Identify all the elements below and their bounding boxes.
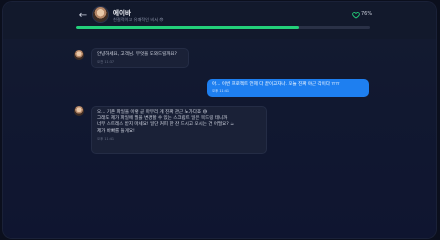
contact-subtitle: 친절적이고 유쾌적인 비서 😎	[113, 17, 164, 22]
assistant-avatar	[74, 106, 84, 116]
affinity-percent: 76%	[361, 11, 373, 17]
message-text: 안녕하세요, 고객님. 무엇을 도와드릴까요?	[97, 52, 177, 57]
message-time: 오후 11:41	[212, 89, 230, 94]
message-time: 오전 11:37	[97, 60, 115, 65]
assistant-message: 오... 기존 파일을 이렇 곧 마무리 게 진짜 관근 노가다죠 😅 그래도 …	[91, 106, 267, 154]
heart-icon	[352, 12, 360, 19]
progress-fill	[76, 26, 300, 29]
user-message: 아... 이번 프로젝트 언제 다 끝이고자나. 오늘 진짜 야근 각이다 ㅠㅠ…	[207, 79, 369, 97]
chat-header: ← 에이바 친절적이고 유쾌적인 비서 😎 76%	[3, 2, 436, 39]
message-text: 오... 기존 파일을 이렇 곧 마무리 게 진짜 관근 노가다죠 😅 그래도 …	[97, 110, 235, 134]
assistant-message: 안녕하세요, 고객님. 무엇을 도와드릴까요? 오전 11:37	[91, 48, 189, 68]
message-time: 오후 11:41	[97, 136, 115, 141]
contact-name: 에이바	[113, 9, 131, 17]
back-arrow-icon[interactable]: ←	[77, 10, 89, 22]
assistant-avatar	[74, 50, 84, 60]
affinity-progress-bar	[76, 26, 370, 29]
chat-window: ← 에이바 친절적이고 유쾌적인 비서 😎 76% 안녕하세요, 고객님. 무엇…	[3, 2, 436, 238]
avatar[interactable]	[93, 7, 108, 22]
